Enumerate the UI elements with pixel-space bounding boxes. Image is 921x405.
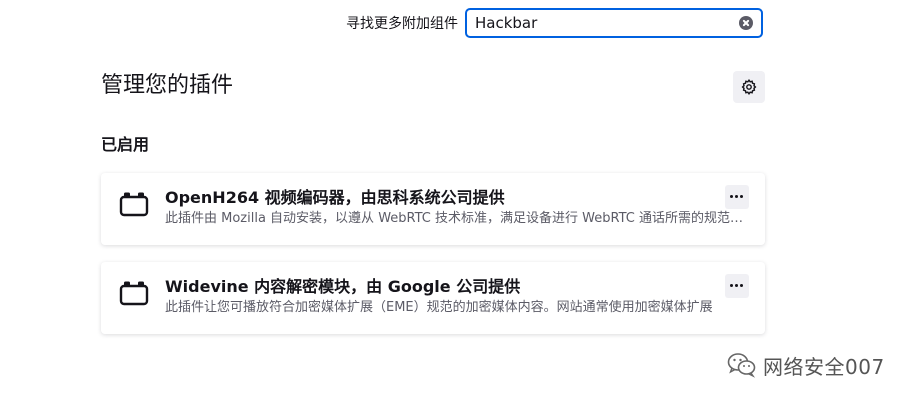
- page-title: 管理您的插件: [101, 73, 234, 98]
- plugin-name: OpenH264 视频编码器，由思科系统公司提供: [165, 188, 505, 207]
- plugin-name: Widevine 内容解密模块，由 Google 公司提供: [165, 277, 521, 296]
- more-options-icon: [730, 284, 744, 288]
- plugin-card-widevine[interactable]: Widevine 内容解密模块，由 Google 公司提供 此插件让您可播放符合…: [101, 262, 765, 334]
- plugin-icon: [119, 281, 149, 306]
- more-options-icon: [730, 195, 744, 199]
- plugin-description: 此插件让您可播放符合加密媒体扩展（EME）规范的加密媒体内容。网站通常使用加密媒…: [165, 300, 713, 315]
- gear-icon: [741, 79, 757, 95]
- addons-manager-page: 寻找更多附加组件 管理您的插件 已启用 OpenH264 视频编码器，由思科系统…: [0, 0, 921, 405]
- clear-search-icon[interactable]: [739, 16, 753, 30]
- search-input[interactable]: [475, 13, 735, 33]
- watermark: 网络安全007: [727, 348, 885, 382]
- settings-button[interactable]: [733, 71, 765, 103]
- search-label: 寻找更多附加组件: [346, 16, 458, 32]
- watermark-text: 网络安全007: [763, 354, 885, 379]
- wechat-icon: [727, 353, 756, 378]
- plugin-icon: [119, 192, 149, 217]
- section-title-enabled: 已启用: [101, 135, 150, 154]
- plugin-description: 此插件由 Mozilla 自动安装，以遵从 WebRTC 技术标准，满足设备进行…: [165, 211, 745, 226]
- more-options-button[interactable]: [725, 185, 749, 209]
- more-options-button[interactable]: [725, 274, 749, 298]
- plugin-card-openh264[interactable]: OpenH264 视频编码器，由思科系统公司提供 此插件由 Mozilla 自动…: [101, 173, 765, 245]
- search-box[interactable]: [465, 8, 763, 38]
